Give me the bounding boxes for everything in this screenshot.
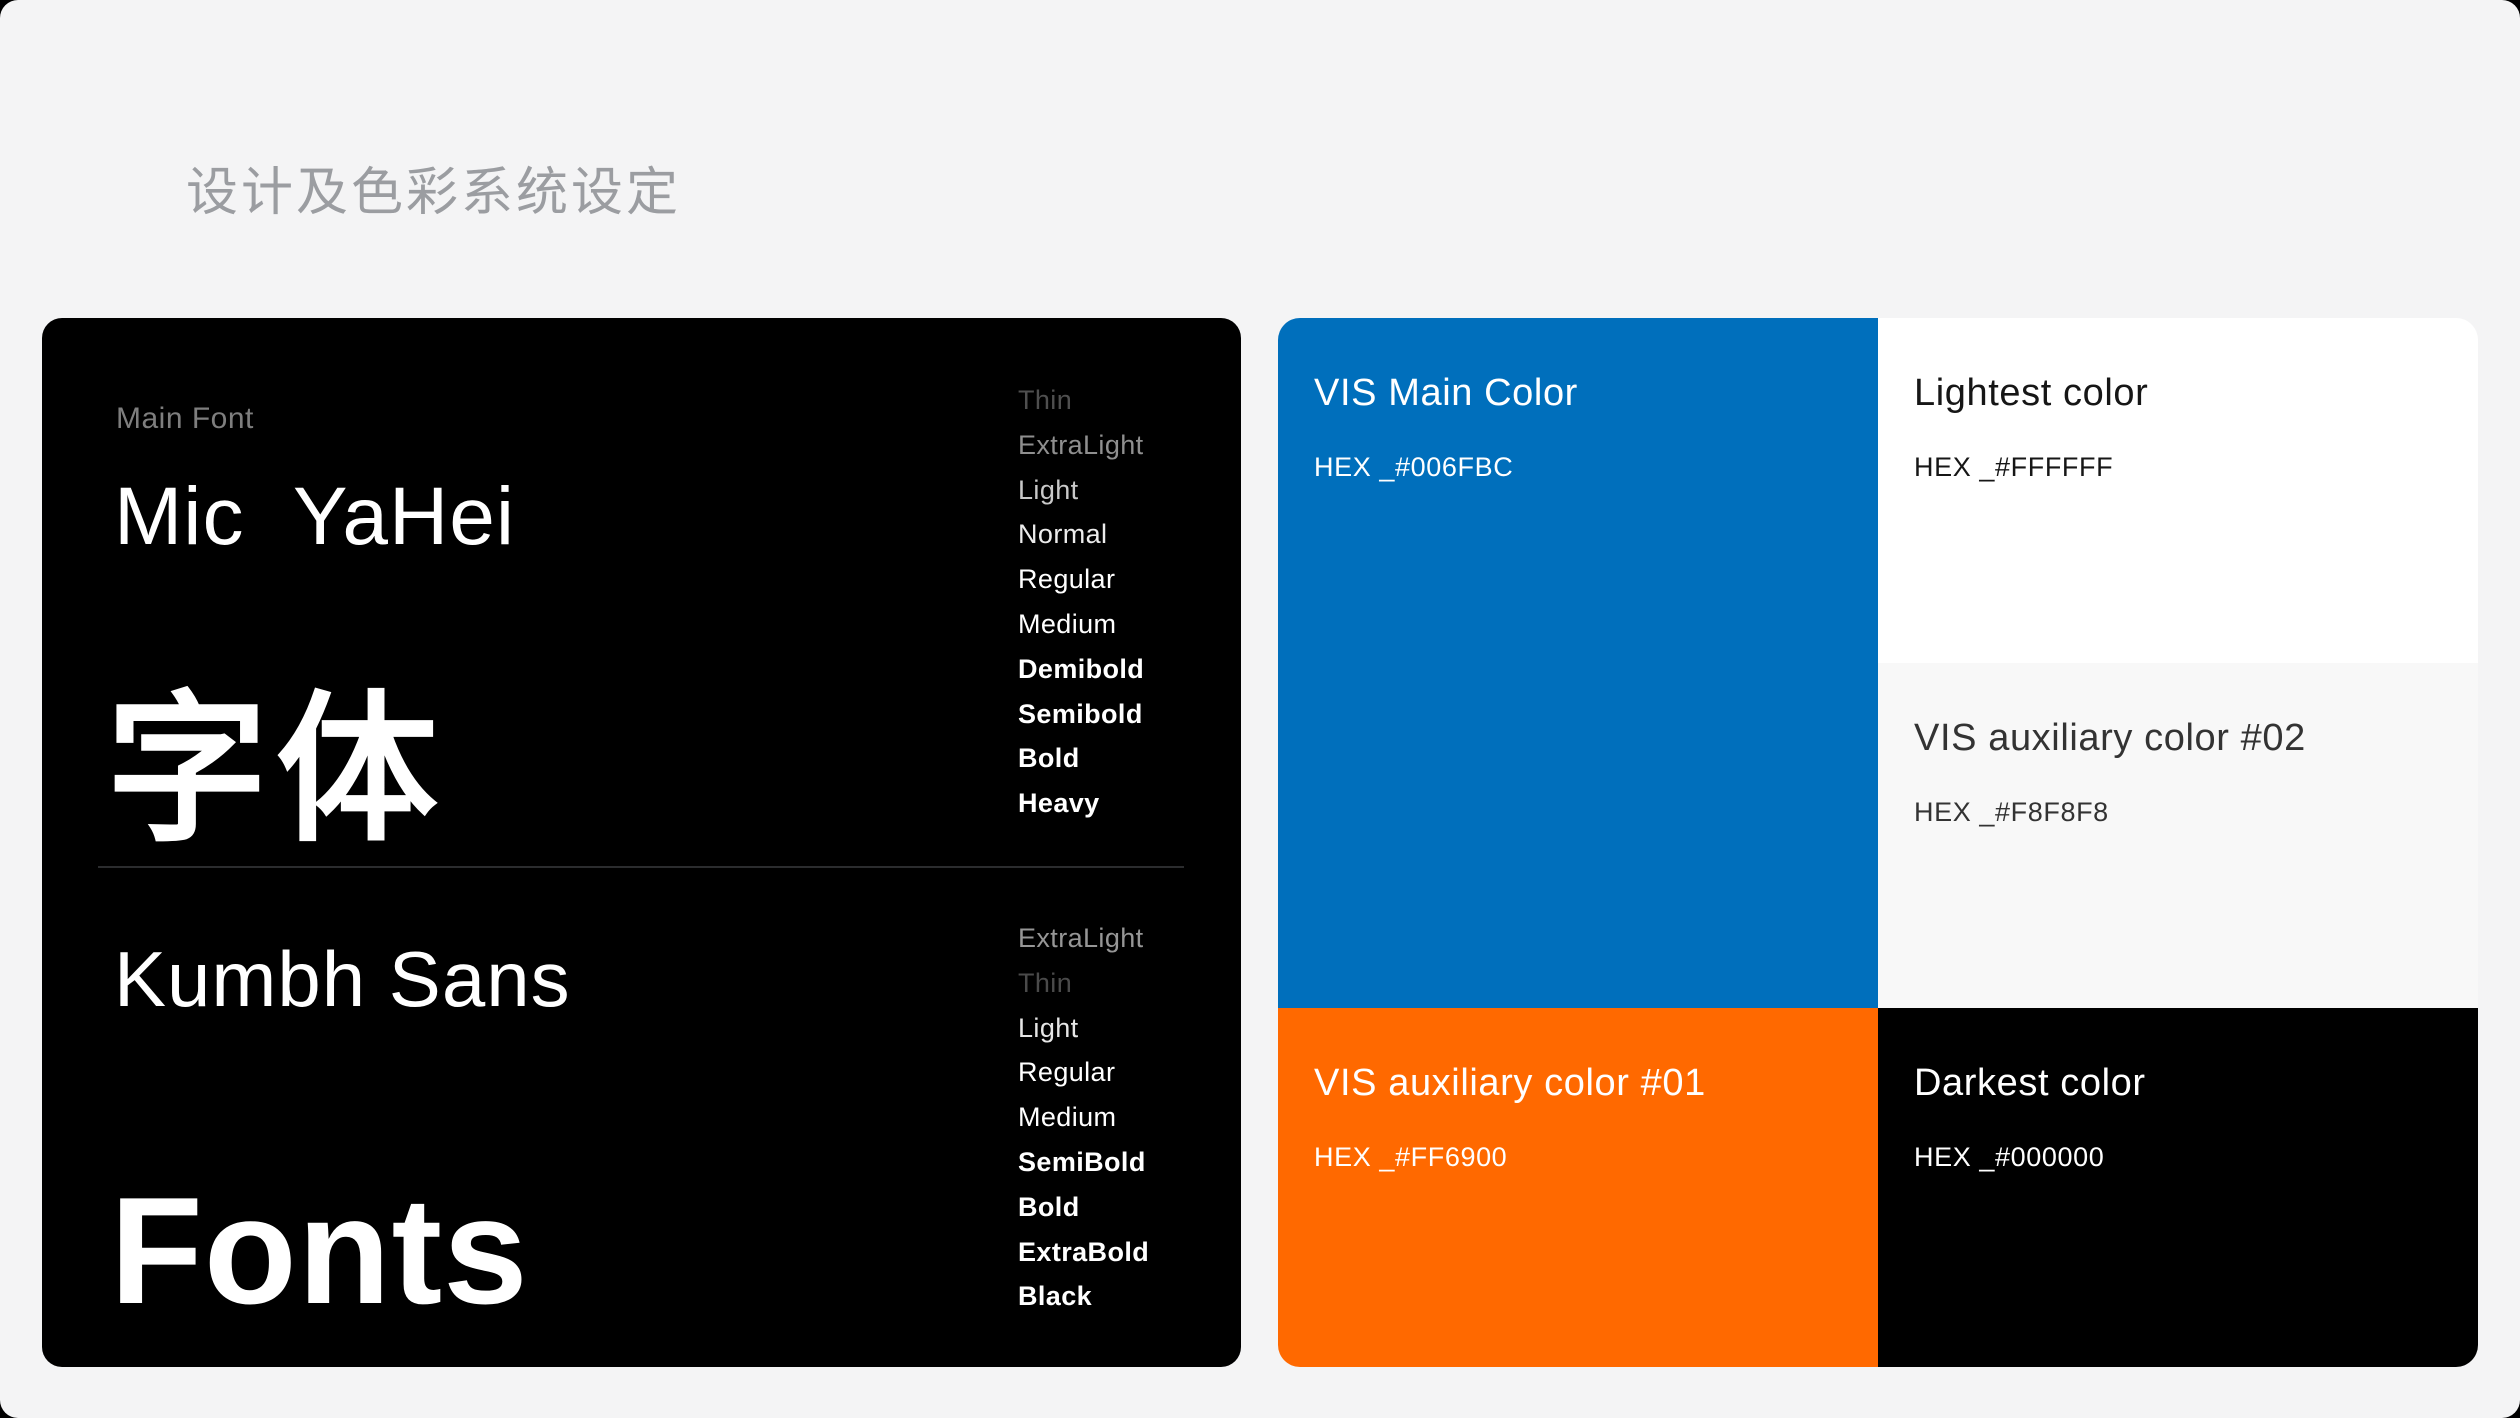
font-specimen-panel: Main Font Mic YaHei 字体 Kumbh Sans Fonts …: [42, 318, 1241, 1367]
card-title: VIS auxiliary color #02: [1914, 715, 2448, 761]
card-title: VIS Main Color: [1314, 370, 1848, 416]
card-column-left: VIS Main Color HEX _#006FBC VIS auxiliar…: [1278, 318, 1878, 1367]
primary-font-name: Mic YaHei: [114, 470, 515, 564]
weight-item: Medium: [1018, 602, 1144, 647]
card-title: VIS auxiliary color #01: [1314, 1060, 1848, 1106]
color-card-aux-02: VIS auxiliary color #02 HEX _#F8F8F8: [1878, 663, 2478, 1008]
weight-item: Light: [1018, 1006, 1149, 1051]
primary-font-specimen-cn: 字体: [106, 678, 446, 864]
weight-item: Heavy: [1018, 781, 1144, 826]
color-card-lightest: Lightest color HEX _#FFFFFF: [1878, 318, 2478, 663]
color-card-vis-main: VIS Main Color HEX _#006FBC: [1278, 318, 1878, 1008]
secondary-weight-list: ExtraLightThinLightRegularMediumSemiBold…: [1018, 916, 1149, 1319]
weight-item: Medium: [1018, 1095, 1149, 1140]
page-title: 设计及色彩系统设定: [186, 150, 681, 225]
weight-item: Bold: [1018, 736, 1144, 781]
card-hex-value: HEX _#FFFFFF: [1914, 450, 2448, 484]
primary-weight-list: ThinExtraLightLightNormalRegularMediumDe…: [1018, 378, 1144, 826]
weight-item: Regular: [1018, 1050, 1149, 1095]
secondary-font-name: Kumbh Sans: [114, 934, 571, 1025]
main-font-label: Main Font: [116, 402, 254, 436]
color-card-darkest: Darkest color HEX _#000000: [1878, 1008, 2478, 1367]
weight-item: Black: [1018, 1274, 1149, 1319]
weight-item: ExtraBold: [1018, 1230, 1149, 1275]
weight-item: Thin: [1018, 378, 1144, 423]
page-background: 设计及色彩系统设定 Main Font Mic YaHei 字体 Kumbh S…: [0, 0, 2520, 1418]
weight-item: Demibold: [1018, 647, 1144, 692]
card-column-right: Lightest color HEX _#FFFFFF VIS auxiliar…: [1878, 318, 2478, 1367]
card-title: Lightest color: [1914, 370, 2448, 416]
panel-divider: [98, 866, 1184, 868]
weight-item: SemiBold: [1018, 1140, 1149, 1185]
weight-item: Light: [1018, 468, 1144, 513]
weight-item: Regular: [1018, 557, 1144, 602]
color-card-grid: VIS Main Color HEX _#006FBC VIS auxiliar…: [1278, 318, 2478, 1367]
secondary-font-specimen-en: Fonts: [110, 1164, 529, 1339]
card-hex-value: HEX _#006FBC: [1314, 450, 1848, 484]
card-title: Darkest color: [1914, 1060, 2448, 1106]
weight-item: ExtraLight: [1018, 916, 1149, 961]
card-hex-value: HEX _#000000: [1914, 1140, 2448, 1174]
weight-item: ExtraLight: [1018, 423, 1144, 468]
weight-item: Bold: [1018, 1185, 1149, 1230]
weight-item: Thin: [1018, 961, 1149, 1006]
card-hex-value: HEX _#F8F8F8: [1914, 795, 2448, 829]
color-card-aux-01: VIS auxiliary color #01 HEX _#FF6900: [1278, 1008, 1878, 1367]
weight-item: Normal: [1018, 512, 1144, 557]
weight-item: Semibold: [1018, 692, 1144, 737]
card-hex-value: HEX _#FF6900: [1314, 1140, 1848, 1174]
